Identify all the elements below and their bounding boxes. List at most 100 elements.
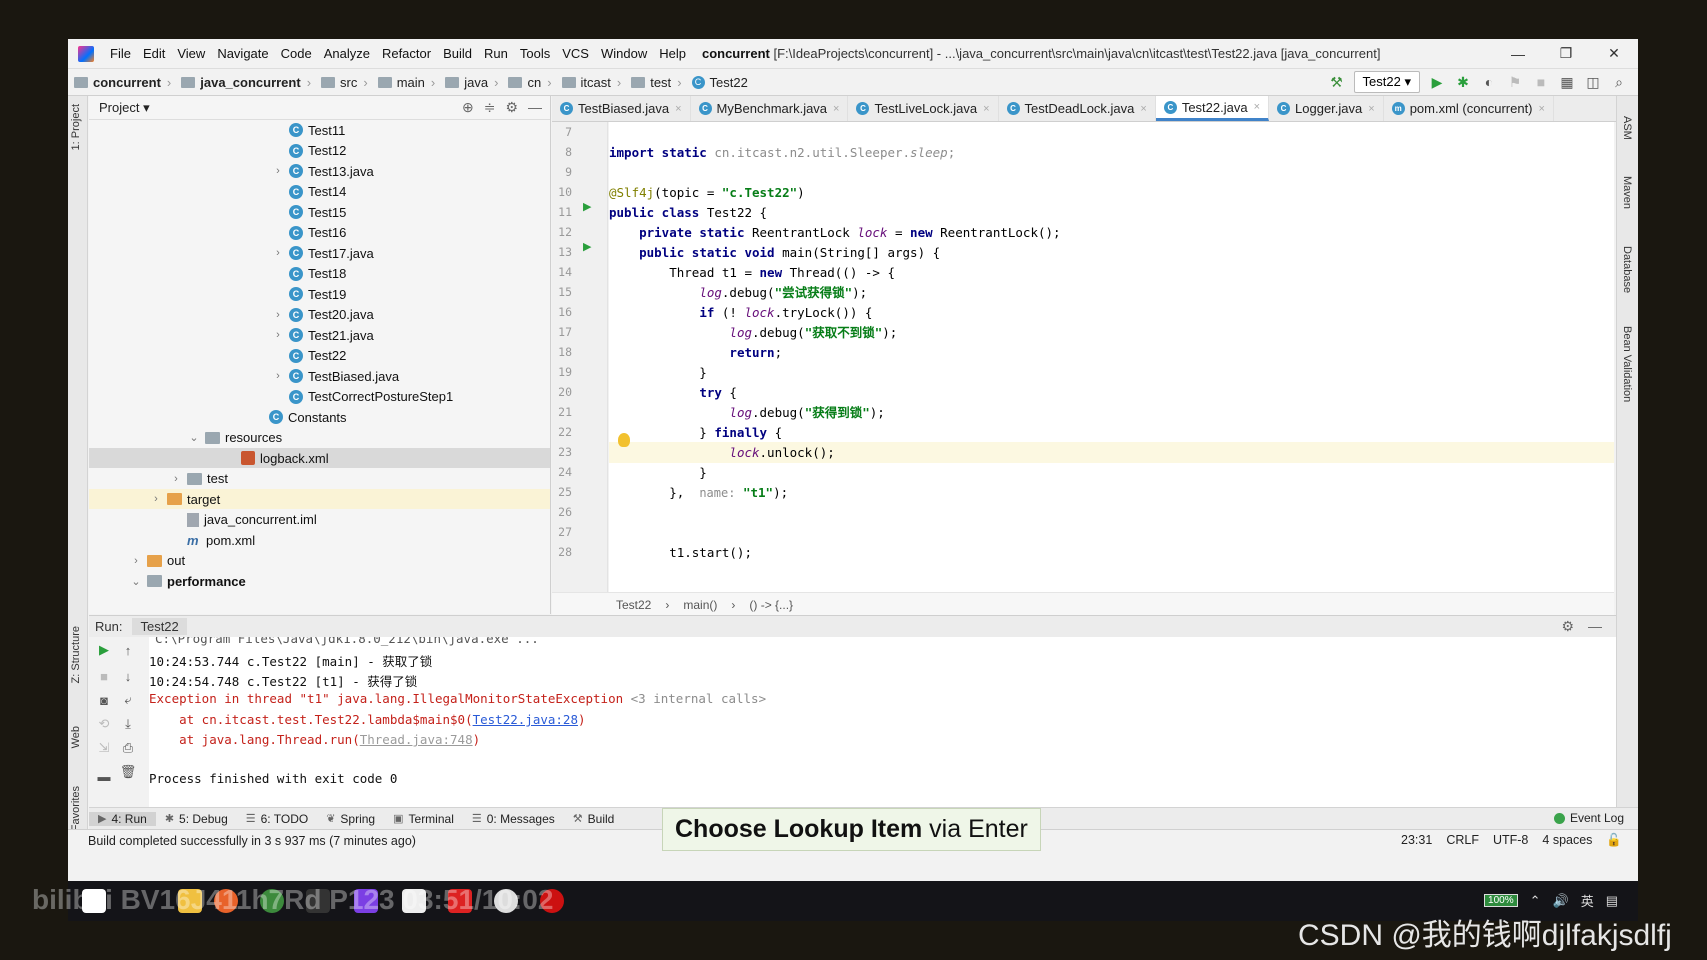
notification-icon[interactable]: ▤ [1606,893,1618,909]
profile-icon[interactable]: ⚑ [1506,73,1524,91]
stack-trace-link[interactable]: Test22.java:28 [473,712,578,727]
close-tab-icon[interactable]: × [983,103,989,115]
expand-arrow-icon[interactable]: ⌄ [187,431,201,444]
tool-window-5-debug[interactable]: ✱ 5: Debug [156,812,237,826]
project-structure-icon[interactable]: ▦ [1558,73,1576,91]
database-tool-button[interactable]: Database [1621,246,1633,293]
search-icon[interactable]: ⌕ [1610,73,1628,91]
breadcrumb-main[interactable]: main › [372,75,440,90]
locate-icon[interactable]: ⊕ [462,99,474,116]
project-tool-button[interactable]: 1: Project [70,104,82,150]
coverage-icon[interactable]: ◐ [1480,73,1498,91]
down-icon[interactable]: ↓ [119,667,137,685]
tree-item[interactable]: C Test14 [89,182,550,202]
tree-item[interactable]: › C TestBiased.java [89,366,550,386]
tab-logger-java[interactable]: C Logger.java × [1269,96,1384,121]
hide-icon[interactable]: — [528,99,542,116]
tree-item[interactable]: › test [89,469,550,489]
breadcrumb-test[interactable]: test › [625,75,685,90]
restore-button[interactable]: ❐ [1542,39,1590,68]
menu-view[interactable]: View [171,46,211,61]
tool-window-build[interactable]: ⚒ Build [564,812,624,826]
ime-indicator[interactable]: 英 [1581,891,1594,910]
trash-icon[interactable]: 🗑 [119,763,137,781]
console-output[interactable]: C:\Program Files\Java\jdk1.8.0_212\bin\j… [149,637,1616,807]
status-message[interactable]: Build completed successfully in 3 s 937 … [88,834,416,848]
menu-edit[interactable]: Edit [137,46,171,61]
event-log-button[interactable]: Event Log [1553,811,1624,825]
run-tab-test22[interactable]: Test22 [132,618,187,635]
editor-breadcrumb-method[interactable]: main() [683,598,717,612]
expand-arrow-icon[interactable]: › [271,329,285,341]
asm-tool-button[interactable]: ASM [1621,116,1633,140]
hide-icon[interactable]: — [1588,618,1602,635]
expand-arrow-icon[interactable]: › [129,555,143,567]
menu-analyze[interactable]: Analyze [318,46,376,61]
tool-window-4-run[interactable]: ▶ 4: Run [89,811,156,826]
menu-refactor[interactable]: Refactor [376,46,437,61]
tree-item[interactable]: › C Test13.java [89,161,550,181]
menu-tools[interactable]: Tools [514,46,556,61]
tree-item[interactable]: › target [89,489,550,509]
scroll-to-end-icon[interactable]: ⤓ [119,715,137,733]
gear-icon[interactable]: ⚙ [505,99,518,116]
breadcrumb-class[interactable]: C Test22 [686,75,752,90]
tab-mybenchmark-java[interactable]: C MyBenchmark.java × [691,96,849,121]
tree-item[interactable]: ⌄ performance [89,571,550,591]
export-icon[interactable]: ⇲ [95,739,113,757]
tree-item[interactable]: ⌄ resources [89,428,550,448]
build-hammer-icon[interactable]: ⚒ [1328,73,1346,91]
tab-testlivelock-java[interactable]: C TestLiveLock.java × [848,96,999,121]
soft-wrap-icon[interactable]: ⤶ [119,691,137,709]
tree-item[interactable]: C Test18 [89,264,550,284]
close-tab-icon[interactable]: × [833,103,839,115]
tree-item[interactable]: C Test15 [89,202,550,222]
menu-help[interactable]: Help [653,46,692,61]
tree-item[interactable]: › C Test20.java [89,305,550,325]
file-encoding[interactable]: UTF-8 [1493,833,1528,848]
lock-icon[interactable]: 🔓 [1606,833,1622,848]
menu-file[interactable]: File [104,46,137,61]
close-button[interactable]: ✕ [1590,39,1638,68]
restore-layout-icon[interactable]: ⟲ [95,715,113,733]
gear-icon[interactable]: ⚙ [1561,618,1574,635]
maven-tool-button[interactable]: Maven [1621,176,1633,209]
tree-item[interactable]: › C Test21.java [89,325,550,345]
stop-icon[interactable]: ■ [95,667,113,685]
tab-testdeadlock-java[interactable]: C TestDeadLock.java × [999,96,1156,121]
tree-item[interactable]: › out [89,551,550,571]
breadcrumb-itcast[interactable]: itcast › [556,75,626,90]
close-tab-icon[interactable]: × [1539,103,1545,115]
editor-breadcrumb-lambda[interactable]: () -> {...} [749,598,793,612]
menu-code[interactable]: Code [275,46,318,61]
breadcrumb-java[interactable]: java › [439,75,502,90]
camera-icon[interactable]: ◙ [95,691,113,709]
up-icon[interactable]: ↑ [119,641,137,659]
lightbulb-icon[interactable] [618,433,630,447]
caret-position[interactable]: 23:31 [1401,833,1432,848]
tree-item[interactable]: › C Test17.java [89,243,550,263]
volume-icon[interactable]: 🔊 [1553,893,1569,909]
tree-item[interactable]: C Test16 [89,223,550,243]
indent-setting[interactable]: 4 spaces [1542,833,1592,848]
run-class-gutter-icon[interactable]: ▶ [583,200,591,213]
tree-item[interactable]: C Test11 [89,120,550,140]
structure-tool-button[interactable]: Z: Structure [70,626,82,683]
breadcrumb-project[interactable]: concurrent › [68,75,175,90]
run-main-gutter-icon[interactable]: ▶ [583,240,591,253]
print-icon[interactable]: ⎙ [119,739,137,757]
close-tab-icon[interactable]: × [1140,103,1146,115]
tree-item[interactable]: C TestCorrectPostureStep1 [89,387,550,407]
menu-vcs[interactable]: VCS [556,46,595,61]
layout-icon[interactable]: ▬ [95,767,113,785]
expand-arrow-icon[interactable]: › [271,370,285,382]
breadcrumb-cn[interactable]: cn › [502,75,555,90]
tree-item[interactable]: logback.xml [89,448,550,468]
code-editor[interactable]: import static cn.itcast.n2.util.Sleeper.… [609,122,1614,592]
expand-arrow-icon[interactable]: › [271,247,285,259]
expand-arrow-icon[interactable]: › [149,493,163,505]
expand-arrow-icon[interactable]: › [271,165,285,177]
rerun-icon[interactable]: ▶ [95,641,113,659]
menu-navigate[interactable]: Navigate [211,46,274,61]
expand-arrow-icon[interactable]: ⌄ [129,575,143,588]
